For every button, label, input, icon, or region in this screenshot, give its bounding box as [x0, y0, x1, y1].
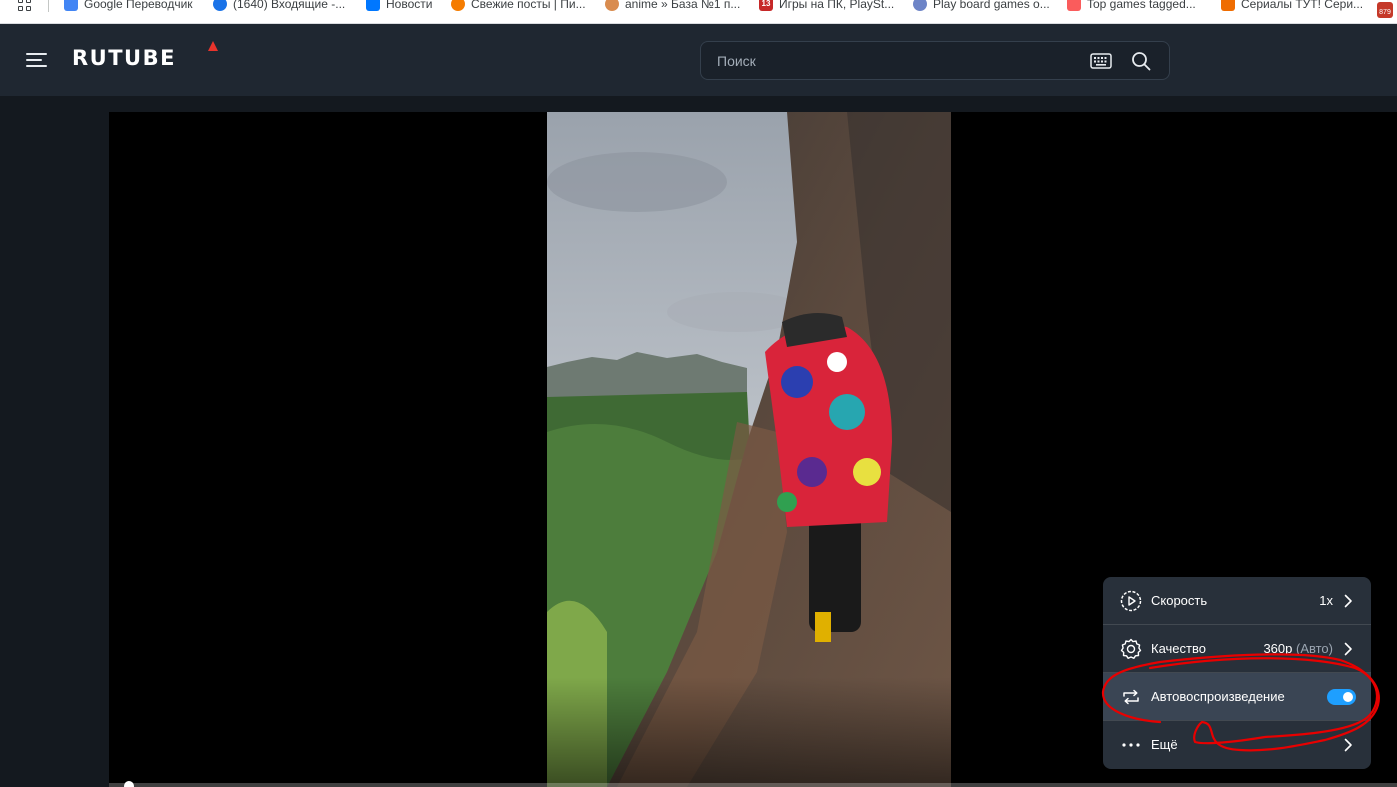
bookmarks-divider	[48, 0, 49, 12]
chevron-right-icon	[1344, 594, 1352, 608]
bookmark-label: Новости	[386, 0, 433, 11]
itch-icon	[1067, 0, 1081, 11]
repeat-icon	[1123, 689, 1139, 705]
bookmark-item[interactable]: Сериалы ТУТ! Сери...	[1221, 0, 1363, 12]
bookmark-label: anime » База №1 п...	[625, 0, 741, 11]
menu-item-speed[interactable]: Скорость 1x	[1103, 577, 1371, 624]
site-logo[interactable]: RUTUBE	[72, 46, 176, 70]
quality-value-sub: (Авто)	[1296, 641, 1333, 656]
speed-value: 1x	[1319, 593, 1333, 608]
menu-item-label: Автовоспроизведение	[1151, 689, 1285, 704]
bookmark-item[interactable]: Новости	[366, 0, 432, 12]
anime-icon	[605, 0, 619, 11]
menu-item-label: Качество	[1151, 641, 1206, 656]
menu-item-label: Ещё	[1151, 737, 1178, 752]
boardgame-icon	[913, 0, 927, 11]
chevron-right-icon	[1344, 642, 1352, 656]
hamburger-icon[interactable]	[26, 51, 47, 69]
more-dots-icon	[1122, 743, 1140, 747]
bookmark-item[interactable]: Top games tagged...	[1067, 0, 1196, 12]
search-icon[interactable]	[1131, 51, 1151, 71]
bookmark-label: Top games tagged...	[1087, 0, 1196, 11]
quality-value: 360p (Авто)	[1263, 641, 1333, 656]
search-input[interactable]	[717, 51, 1067, 71]
logo-mark-icon	[208, 41, 218, 51]
chevron-right-icon	[1344, 738, 1352, 752]
speed-icon	[1120, 590, 1142, 612]
extension-badge[interactable]: 879	[1377, 2, 1393, 18]
bookmark-item[interactable]: (1640) Входящие -...	[213, 0, 345, 12]
bookmark-label: (1640) Входящие -...	[233, 0, 346, 11]
gear-icon	[1120, 638, 1142, 659]
bookmark-label: Свежие посты | Пи...	[471, 0, 586, 11]
bookmark-label: Сериалы ТУТ! Сери...	[1241, 0, 1364, 11]
toggle-knob	[1343, 692, 1353, 702]
quality-value-main: 360p	[1263, 641, 1293, 656]
bookmark-item[interactable]: 13 Игры на ПК, PlaySt...	[759, 0, 894, 12]
games-icon: 13	[759, 0, 773, 11]
keyboard-icon[interactable]	[1090, 53, 1112, 69]
bookmark-label: Play board games o...	[933, 0, 1050, 11]
menu-item-quality[interactable]: Качество 360p (Авто)	[1103, 625, 1371, 672]
video-player[interactable]: Скорость 1x Качество 360p (Авто) Автовос…	[109, 112, 1397, 787]
bookmark-item[interactable]: anime » База №1 п...	[605, 0, 740, 12]
progress-handle[interactable]	[124, 781, 134, 787]
site-header: RUTUBE	[0, 24, 1397, 96]
settings-menu: Скорость 1x Качество 360p (Авто) Автовос…	[1103, 577, 1371, 769]
mail-icon	[213, 0, 227, 11]
bookmark-item[interactable]: Play board games o...	[913, 0, 1050, 12]
bookmark-item[interactable]: Google Переводчик	[64, 0, 193, 12]
fox-icon	[1221, 0, 1235, 11]
menu-item-label: Скорость	[1151, 593, 1208, 608]
progress-bar[interactable]	[109, 781, 1397, 787]
vk-icon	[366, 0, 380, 11]
bookmarks-bar: Google Переводчик (1640) Входящие -... Н…	[0, 0, 1397, 24]
apps-grid-icon[interactable]	[18, 0, 34, 14]
menu-item-more[interactable]: Ещё	[1103, 721, 1371, 768]
pikabu-icon	[451, 0, 465, 11]
bookmark-label: Google Переводчик	[84, 0, 193, 11]
search-bar	[700, 41, 1170, 80]
menu-item-autoplay[interactable]: Автовоспроизведение	[1103, 673, 1371, 720]
autoplay-toggle[interactable]	[1327, 689, 1356, 705]
translate-icon	[64, 0, 78, 11]
bookmark-item[interactable]: Свежие посты | Пи...	[451, 0, 586, 12]
bookmark-label: Игры на ПК, PlaySt...	[779, 0, 895, 11]
